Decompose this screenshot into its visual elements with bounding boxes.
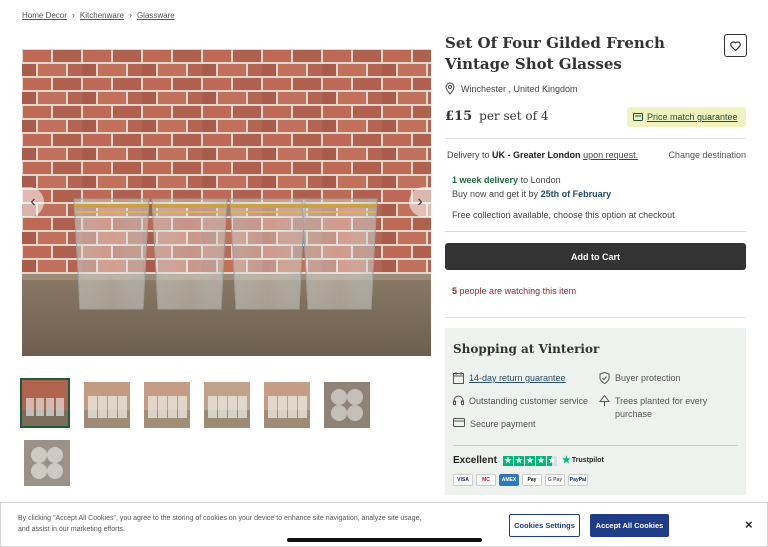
seller-location: Winchester , United Kingdom (445, 82, 578, 95)
delivery-estimate: 1 week delivery to London Buy now and ge… (452, 173, 611, 201)
customer-service: Outstanding customer service (453, 395, 588, 408)
delivery-destination: Delivery to UK - Greater London upon req… (447, 150, 746, 160)
trustpilot-rating[interactable]: Excellent ★ ★ ★ ★ ★ ★ Trustpilot (453, 455, 604, 466)
delivery-prefix: Delivery to (447, 150, 490, 160)
shield-icon (599, 372, 610, 384)
thumbnail-6[interactable] (324, 382, 370, 428)
buyer-protection-text: Buyer protection (615, 373, 681, 383)
delivery-request-link[interactable]: upon request. (583, 150, 638, 160)
heart-icon (730, 40, 741, 51)
thumbnail-3[interactable] (144, 382, 190, 428)
location-text: Winchester , United Kingdom (461, 83, 578, 94)
price-tag-icon (633, 113, 643, 121)
product-title: Set Of Four Gilded French Vintage Shot G… (445, 34, 665, 73)
trees-planted: Trees planted for every purchase (599, 395, 709, 421)
google-pay-icon: G Pay (545, 474, 565, 486)
chevron-right-icon: › (417, 193, 423, 210)
divider (445, 231, 746, 232)
change-destination-link[interactable]: Change destination (668, 150, 746, 160)
star-icon: ★ (561, 455, 571, 466)
calendar-icon (453, 372, 464, 384)
close-icon[interactable]: × (745, 517, 753, 532)
delivery-region: UK - Greater London (492, 150, 581, 160)
card-icon (453, 418, 465, 427)
favorite-button[interactable] (724, 34, 747, 57)
cookie-text: By clicking "Accept All Cookies", you ag… (18, 515, 422, 533)
rating-label: Excellent (453, 455, 497, 466)
delivery-speed: 1 week delivery (452, 175, 519, 185)
divider (445, 138, 746, 139)
breadcrumb-kitchenware[interactable]: Kitchenware (80, 11, 124, 20)
payment-methods: VISA MC AMEX Pay G Pay PayPal (453, 474, 591, 486)
chevron-right-icon: › (128, 10, 132, 20)
watching-count: 5 (452, 286, 458, 296)
secure-payment-text: Secure payment (470, 419, 536, 429)
chevron-left-icon: ‹ (30, 193, 36, 210)
star-icon: ★ (502, 455, 513, 466)
return-guarantee-link[interactable]: 14-day return guarantee (469, 372, 566, 385)
add-to-cart-button[interactable]: Add to Cart (445, 243, 746, 270)
amex-card-icon: AMEX (499, 474, 519, 486)
price-block: £15 per set of 4 (445, 109, 549, 124)
watching-notice: 5 people are watching this item (452, 286, 576, 296)
visa-card-icon: VISA (453, 474, 473, 486)
trustpilot-logo: ★ Trustpilot (562, 455, 604, 466)
buyer-protection: Buyer protection (599, 372, 681, 385)
star-icon: ★ (513, 455, 524, 466)
price-unit: per set of 4 (479, 109, 549, 123)
headset-icon (453, 395, 464, 405)
price-amount: £15 (445, 109, 473, 124)
divider (453, 445, 738, 446)
cookie-settings-button[interactable]: Cookies Settings (509, 514, 580, 537)
vinterior-benefits-box: Shopping at Vinterior 14-day return guar… (445, 328, 746, 495)
star-icon: ★ (535, 455, 546, 466)
star-icon: ★ (524, 455, 535, 466)
thumbnail-4[interactable] (204, 382, 250, 428)
watching-text: people are watching this item (459, 286, 577, 296)
secure-payment: Secure payment (453, 418, 536, 431)
delivery-speed-suffix: to London (520, 175, 561, 185)
location-pin-icon (445, 82, 455, 95)
breadcrumb-glassware[interactable]: Glassware (137, 11, 175, 20)
divider (445, 317, 746, 318)
price-match-badge[interactable]: Price match guarantee (627, 107, 746, 127)
accept-all-cookies-button[interactable]: Accept All Cookies (590, 514, 669, 537)
gallery-next-button[interactable]: › (409, 187, 431, 217)
price-match-label: Price match guarantee (647, 112, 738, 122)
breadcrumb-home-decor[interactable]: Home Decor (22, 11, 67, 20)
customer-service-text: Outstanding customer service (469, 396, 589, 406)
vinterior-title: Shopping at Vinterior (453, 342, 600, 356)
thumbnail-7[interactable] (24, 440, 70, 486)
thumbnail-1[interactable] (20, 378, 70, 428)
apple-pay-icon: Pay (522, 474, 542, 486)
thumbnail-2[interactable] (84, 382, 130, 428)
trustpilot-label: Trustpilot (571, 457, 604, 464)
product-main-image[interactable]: ‹ › (22, 49, 431, 356)
rating-stars: ★ ★ ★ ★ ★ (502, 455, 558, 466)
tree-icon (599, 395, 610, 406)
home-indicator (287, 538, 482, 542)
chevron-right-icon: › (71, 10, 75, 20)
star-icon: ★ (546, 455, 557, 466)
buy-now-text: Buy now and get it by (452, 189, 539, 199)
delivery-date: 25th of February (540, 189, 612, 199)
paypal-icon: PayPal (568, 474, 588, 486)
thumbnail-5[interactable] (264, 382, 310, 428)
free-collection-note: Free collection available, choose this o… (452, 210, 675, 220)
trees-planted-text: Trees planted for every purchase (615, 396, 708, 419)
mastercard-icon: MC (476, 474, 496, 486)
return-guarantee[interactable]: 14-day return guarantee (453, 372, 566, 385)
glasses-photo (22, 49, 431, 356)
breadcrumb: Home Decor › Kitchenware › Glassware (22, 10, 175, 20)
